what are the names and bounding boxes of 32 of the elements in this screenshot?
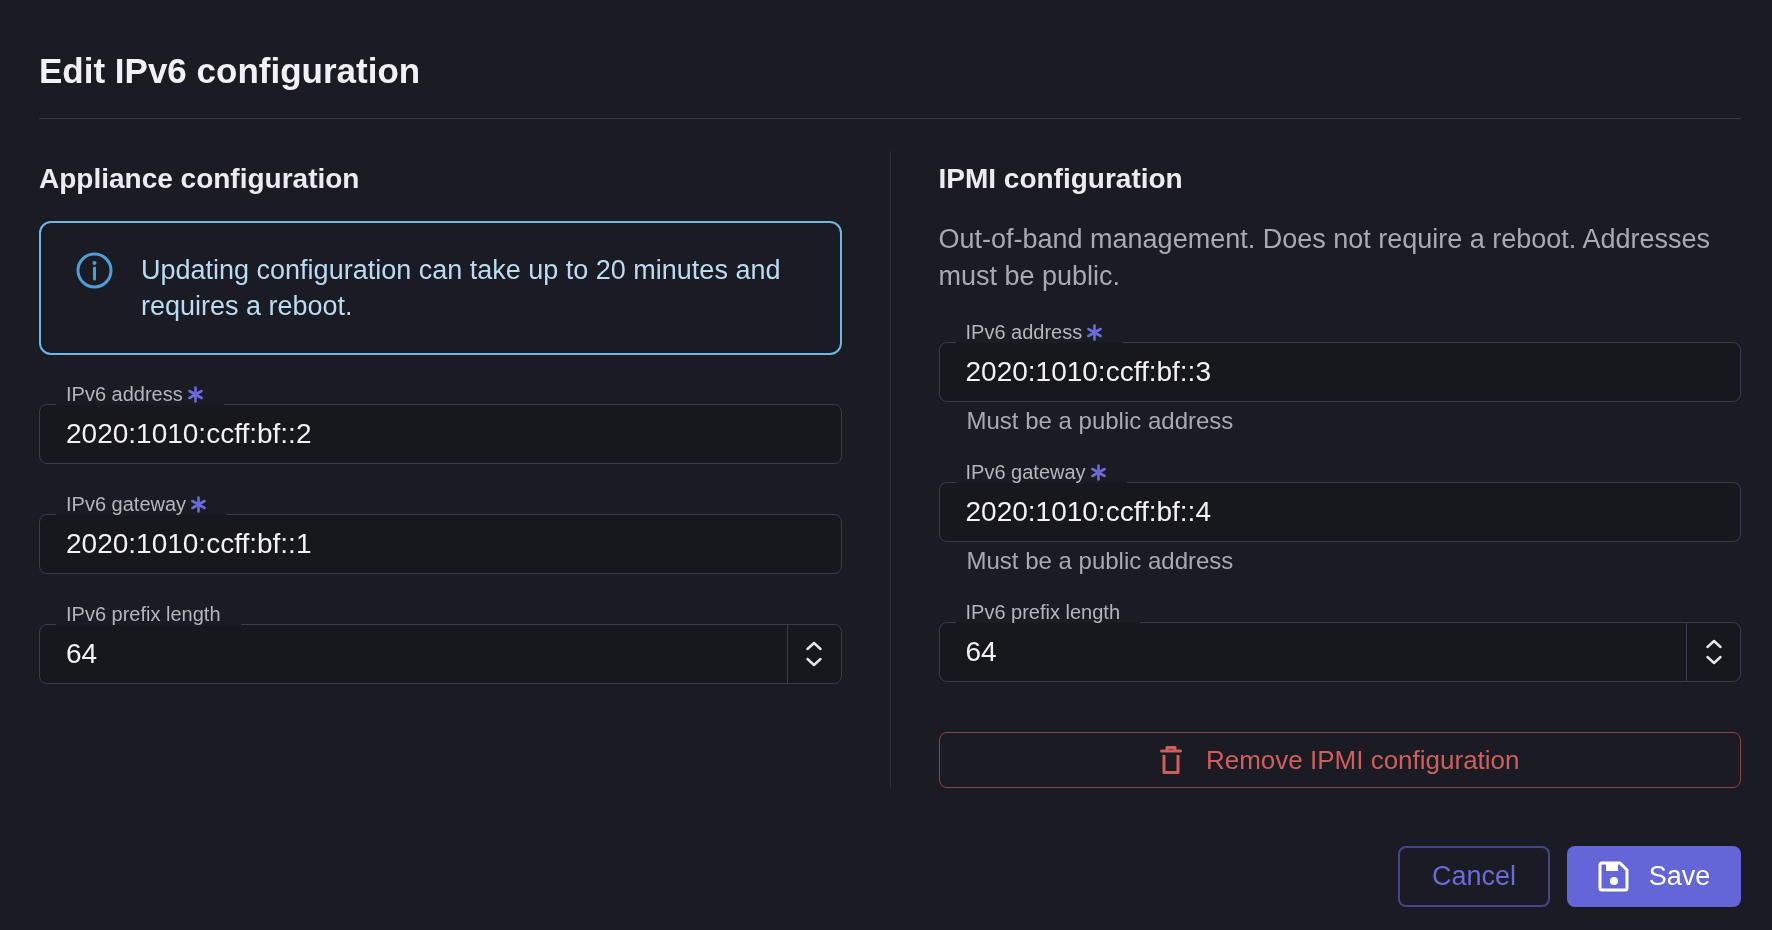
save-button[interactable]: Save <box>1567 846 1741 907</box>
number-field[interactable]: 64 <box>39 624 842 684</box>
field-label: IPv6 gateway <box>965 461 1086 483</box>
trash-icon <box>1159 746 1182 774</box>
remove-button[interactable]: Remove IPMI configuration <box>938 732 1741 788</box>
increment-button[interactable] <box>1705 639 1722 649</box>
info-message: Updating configuration can take up to 20 minutes and requires a reboot. <box>141 254 782 323</box>
field-label: IPv6 address <box>965 321 1083 343</box>
dialog-title: Edit IPv6 configuration <box>39 50 421 92</box>
text-field[interactable]: 2020:1010:ccff:bf::1 <box>39 514 842 574</box>
decrement-button[interactable] <box>1705 655 1722 665</box>
text-field[interactable]: 2020:1010:ccff:bf::2 <box>39 404 842 464</box>
text-field[interactable]: 2020:1010:ccff:bf::4 <box>938 482 1741 542</box>
text-field[interactable]: 2020:1010:ccff:bf::3 <box>938 342 1741 402</box>
section-heading: Appliance configuration <box>39 162 360 196</box>
helper-text: Must be a public address <box>965 406 1234 436</box>
field-label: IPv6 address <box>66 383 183 405</box>
increment-button[interactable] <box>806 641 822 651</box>
field-label: IPv6 gateway <box>66 493 187 515</box>
decrement-button[interactable] <box>806 657 822 667</box>
cancel-button[interactable]: Cancel <box>1398 846 1550 907</box>
chevron-down-icon <box>806 657 822 667</box>
helper-text: Must be a public address <box>965 546 1234 576</box>
section-description: Out-of-band management. Does not require a reboot. Addresses must be public. <box>938 223 1711 293</box>
number-field[interactable]: 64 <box>938 622 1741 682</box>
field-label: IPv6 prefix length <box>965 601 1121 623</box>
chevron-up-icon <box>806 641 822 651</box>
info-icon <box>76 252 113 289</box>
section-heading: IPMI configuration <box>938 162 1183 196</box>
chevron-down-icon <box>1705 655 1722 665</box>
chevron-up-icon <box>1705 639 1722 649</box>
field-label: IPv6 prefix length <box>66 603 221 625</box>
